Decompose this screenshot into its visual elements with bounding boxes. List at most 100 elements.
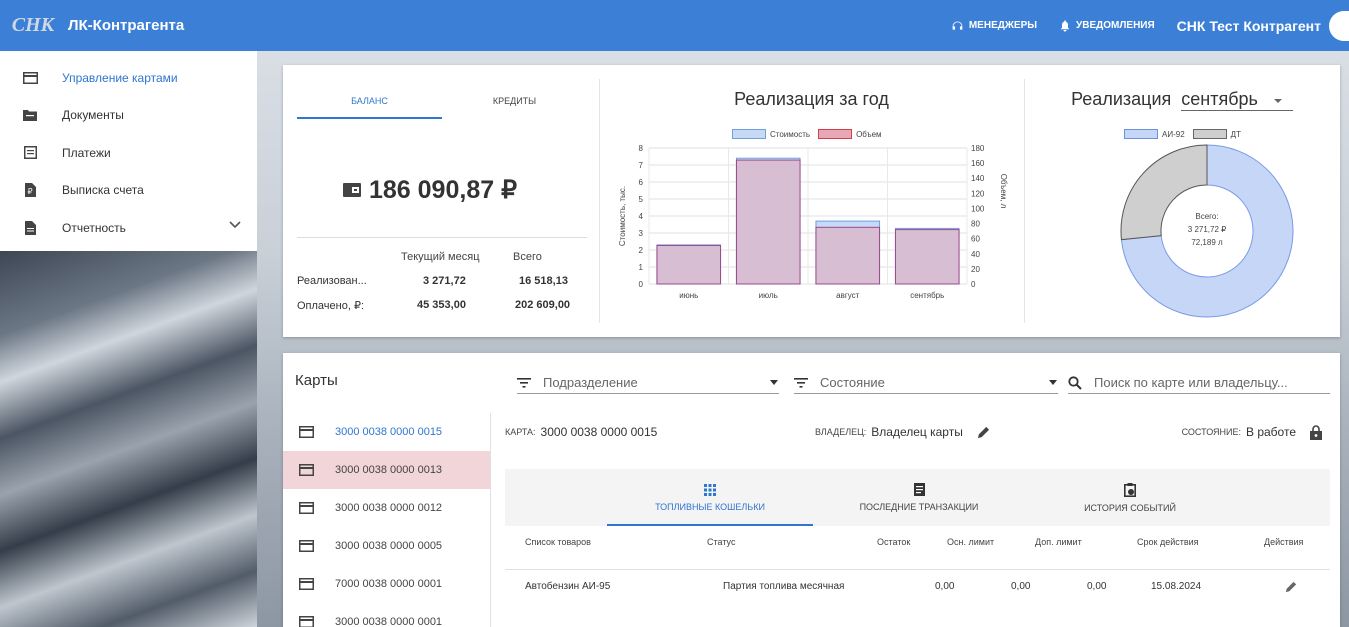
card-list-item[interactable]: 3000 0038 0000 0013 (283, 451, 490, 489)
col-actions: Действия (1264, 537, 1304, 547)
balance-amount: 186 090,87 ₽ (343, 175, 517, 205)
bell-icon (1060, 20, 1070, 32)
sidebar-item-label: Документы (62, 108, 124, 123)
year-chart-title: Реализация за год (734, 89, 889, 109)
tab-balance[interactable]: Баланс (297, 93, 442, 119)
edit-icon[interactable] (1285, 581, 1297, 593)
month-value: сентябрь (1181, 89, 1258, 109)
lock-icon[interactable] (1310, 424, 1322, 440)
state-label: Состояние: (1181, 427, 1241, 437)
tab-fuel-wallets[interactable]: Топливные кошельки (607, 469, 813, 526)
sidebar-item-cards[interactable]: Управление картами (0, 59, 257, 97)
tab-credits[interactable]: Кредиты (442, 93, 587, 119)
x-tick-label: август (836, 291, 860, 300)
y-tick-label: 2 (639, 246, 644, 255)
y-tick-label: 5 (639, 195, 644, 204)
y-tick-label: 6 (639, 178, 644, 187)
card-list-item[interactable]: 3000 0038 0000 0005 (283, 527, 490, 565)
card-list-item[interactable]: 3000 0038 0000 0015 (283, 413, 490, 451)
headset-icon (952, 21, 963, 30)
y-axis-label: Стоимость, тыс. (618, 186, 627, 246)
y2-tick-label: 0 (971, 280, 976, 289)
state-filter[interactable]: Состояние (794, 372, 1058, 394)
legend-swatch-dt (1192, 129, 1227, 139)
division-filter[interactable]: Подразделение (517, 372, 779, 394)
tab-last-transactions[interactable]: Последние транзакции (829, 469, 1009, 526)
sidebar-item-documents[interactable]: Документы (0, 97, 257, 135)
cell-extra-limit: 0,00 (1087, 581, 1107, 592)
row-label: Оплачено, ₽: (297, 300, 365, 312)
card-list-item[interactable]: 3000 0038 0000 0012 (283, 489, 490, 527)
dropdown-arrow-icon (1049, 379, 1057, 385)
balance-value: 186 090,87 ₽ (369, 176, 517, 204)
y2-tick-label: 80 (971, 220, 980, 229)
sidebar-item-label: Управление картами (62, 70, 178, 85)
y-tick-label: 3 (639, 229, 644, 238)
legend-swatch-cost (732, 129, 766, 139)
year-chart-legend: Стоимость Объем (732, 129, 882, 139)
division-filter-placeholder: Подразделение (543, 375, 638, 390)
managers-link[interactable]: менеджеры (951, 19, 1037, 32)
clipboard-clock-icon (1124, 482, 1136, 497)
sidebar: Управление картами Документы Платежи ₽ В… (0, 51, 257, 251)
user-name[interactable]: СНК Тест Контрагент (1177, 18, 1321, 34)
card-value: 3000 0038 0000 0015 (540, 425, 658, 439)
col-status: Статус (707, 537, 736, 547)
sidebar-item-label: Отчетность (62, 220, 126, 235)
wallet-icon (343, 183, 361, 197)
y2-tick-label: 180 (971, 144, 985, 153)
sidebar-item-label: Выписка счета (62, 183, 144, 198)
card-number: 3000 0038 0000 0013 (335, 464, 443, 476)
y-tick-label: 4 (639, 212, 644, 221)
y2-tick-label: 160 (971, 159, 985, 168)
logo[interactable]: СНК (8, 9, 58, 43)
avatar[interactable] (1329, 10, 1349, 41)
card-list-item[interactable]: 7000 0038 0000 0001 (283, 565, 490, 603)
sidebar-item-label: Платежи (62, 145, 111, 160)
month-chart: Всего: 3 271,72 ₽ 72,189 л (1120, 144, 1294, 318)
bar-volume (735, 159, 801, 285)
background-image (0, 251, 257, 627)
owner-label: Владелец: (815, 427, 867, 437)
month-select[interactable]: сентябрь (1181, 89, 1293, 111)
grid-icon (704, 483, 716, 496)
pie-center-label: 72,189 л (1191, 238, 1223, 247)
credit-card-icon (299, 540, 315, 552)
svg-text:₽: ₽ (27, 187, 32, 196)
y2-tick-label: 20 (971, 265, 980, 274)
pie-center-label: 3 271,72 ₽ (1188, 225, 1226, 234)
credit-card-icon (22, 70, 38, 86)
col-total: Всего (513, 251, 542, 263)
folder-icon (22, 107, 38, 123)
tab-label: История событий (1084, 502, 1176, 513)
tab-label: Топливные кошельки (655, 501, 765, 512)
edit-icon[interactable] (977, 426, 990, 439)
legend-cost: Стоимость (770, 129, 811, 139)
sidebar-item-payments[interactable]: Платежи (0, 134, 257, 172)
credit-card-icon (299, 578, 315, 590)
y2-tick-label: 60 (971, 235, 980, 244)
owner-value: Владелец карты (871, 425, 963, 439)
row-label: Реализован... (297, 275, 367, 287)
notifications-link[interactable]: уведомления (1059, 19, 1155, 32)
divider (505, 569, 1330, 570)
y-tick-label: 8 (639, 144, 644, 153)
month-chart-legend: АИ-92 ДТ (1124, 129, 1241, 139)
search-field[interactable]: Поиск по карте или владельцу... (1068, 372, 1330, 394)
credit-card-icon (299, 616, 315, 627)
sidebar-item-reports[interactable]: Отчетность (0, 209, 257, 247)
file-icon (22, 220, 38, 236)
card-list-item[interactable]: 3000 0038 0000 0001 (283, 603, 490, 627)
balance-tabs: Баланс Кредиты (297, 93, 587, 119)
col-main-limit: Осн. лимит (947, 537, 995, 547)
tab-event-history[interactable]: История событий (1045, 469, 1215, 526)
tab-label: Последние транзакции (859, 502, 979, 512)
y-tick-label: 0 (639, 280, 644, 289)
y2-tick-label: 100 (971, 204, 985, 213)
chevron-down-icon[interactable] (229, 221, 241, 229)
state-filter-placeholder: Состояние (820, 375, 885, 390)
divider (297, 237, 587, 238)
sidebar-item-statement[interactable]: ₽ Выписка счета (0, 172, 257, 210)
row-total: 202 609,00 (515, 299, 571, 311)
credit-card-icon (299, 464, 315, 476)
